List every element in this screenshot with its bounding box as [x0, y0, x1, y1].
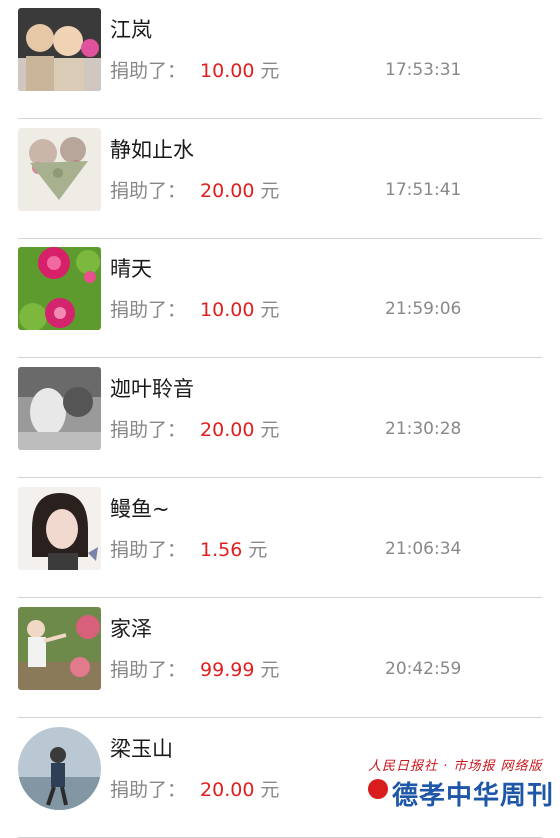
donation-info: 捐助了： 20.00 元 [110, 775, 279, 802]
donation-prefix: 捐助了： [110, 60, 187, 82]
user-avatar[interactable] [18, 727, 101, 810]
donor-name: 晴天 [110, 257, 152, 281]
donation-time: 21:06:34 [385, 539, 462, 559]
donation-amount: 20.00 [200, 180, 255, 202]
avatar-image [18, 607, 101, 690]
currency-unit: 元 [260, 419, 280, 441]
donation-time: 17:51:41 [385, 180, 462, 200]
avatar-image [18, 247, 101, 330]
donation-info: 捐助了： 20.00 元 [110, 415, 279, 442]
donor-name: 鳗鱼~ [110, 497, 170, 521]
donor-name: 家泽 [110, 617, 152, 641]
donation-info: 捐助了： 10.00 元 [110, 56, 279, 83]
donation-prefix: 捐助了： [110, 180, 187, 202]
user-avatar[interactable] [18, 247, 101, 330]
user-avatar[interactable] [18, 128, 101, 211]
avatar-image [18, 128, 101, 211]
currency-unit: 元 [260, 779, 280, 801]
donor-name: 梁玉山 [110, 737, 173, 761]
user-avatar[interactable] [18, 367, 101, 450]
donation-prefix: 捐助了： [110, 779, 187, 801]
seal-icon [368, 779, 388, 799]
donation-info: 捐助了： 1.56 元 [110, 535, 267, 562]
donation-row[interactable]: 鳗鱼~ 捐助了： 1.56 元 21:06:34 [18, 479, 542, 598]
donation-time: 21:59:06 [385, 299, 462, 319]
donation-row[interactable]: 江岚 捐助了： 10.00 元 17:53:31 [18, 0, 542, 119]
donation-time: 17:53:31 [385, 60, 462, 80]
watermark: 人民日报社 · 市场报 网络版 德孝中华周刊 [368, 755, 553, 815]
donation-prefix: 捐助了： [110, 539, 187, 561]
user-avatar[interactable] [18, 8, 101, 91]
donation-amount: 10.00 [200, 60, 255, 82]
donation-time: 21:30:28 [385, 419, 462, 439]
user-avatar[interactable] [18, 607, 101, 690]
watermark-main-text: 德孝中华周刊 [392, 781, 555, 811]
watermark-top-text: 人民日报社 · 市场报 网络版 [368, 759, 543, 774]
currency-unit: 元 [260, 299, 280, 321]
avatar-image [18, 8, 101, 91]
donation-amount: 20.00 [200, 779, 255, 801]
currency-unit: 元 [260, 180, 280, 202]
donor-name: 迦叶聆音 [110, 377, 194, 401]
currency-unit: 元 [260, 60, 280, 82]
donation-info: 捐助了： 10.00 元 [110, 295, 279, 322]
donation-prefix: 捐助了： [110, 299, 187, 321]
donation-amount: 10.00 [200, 299, 255, 321]
donation-prefix: 捐助了： [110, 419, 187, 441]
avatar-image [18, 367, 101, 450]
donation-amount: 20.00 [200, 419, 255, 441]
donation-prefix: 捐助了： [110, 659, 187, 681]
avatar-image [18, 727, 101, 810]
user-avatar[interactable] [18, 487, 101, 570]
donation-row[interactable]: 静如止水 捐助了： 20.00 元 17:51:41 [18, 120, 542, 239]
donation-time: 20:42:59 [385, 659, 462, 679]
avatar-image [18, 487, 101, 570]
currency-unit: 元 [260, 659, 280, 681]
donation-amount: 1.56 [200, 539, 243, 561]
donation-info: 捐助了： 20.00 元 [110, 176, 279, 203]
donation-row[interactable]: 晴天 捐助了： 10.00 元 21:59:06 [18, 239, 542, 358]
donation-info: 捐助了： 99.99 元 [110, 655, 279, 682]
donor-name: 静如止水 [110, 138, 194, 162]
donation-amount: 99.99 [200, 659, 255, 681]
donation-row[interactable]: 迦叶聆音 捐助了： 20.00 元 21:30:28 [18, 359, 542, 478]
donor-name: 江岚 [110, 18, 152, 42]
donation-row[interactable]: 家泽 捐助了： 99.99 元 20:42:59 [18, 599, 542, 718]
currency-unit: 元 [248, 539, 268, 561]
